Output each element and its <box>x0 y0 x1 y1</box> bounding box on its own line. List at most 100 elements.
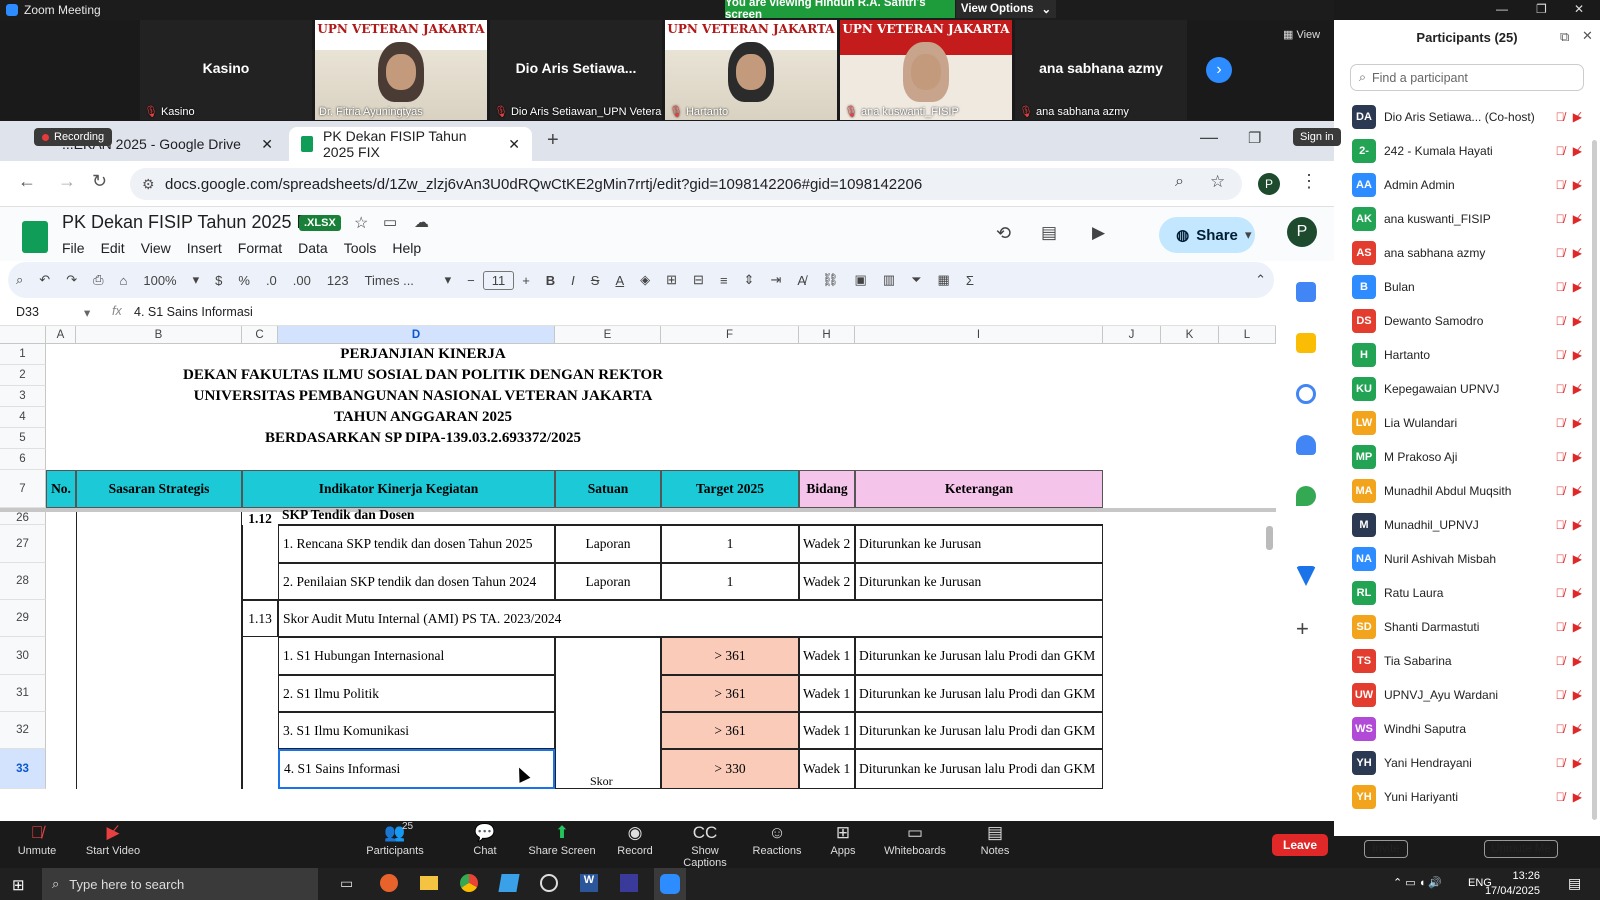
cell-target[interactable]: > 361 <box>661 712 799 749</box>
row-header[interactable]: 32 <box>0 712 46 749</box>
column-header[interactable]: D <box>278 326 555 344</box>
row-header[interactable]: 29 <box>0 600 46 637</box>
collapse-menus-icon[interactable]: ⌃ <box>1247 272 1274 288</box>
decrease-decimal-button[interactable]: .0 <box>258 273 285 288</box>
cell-indikator[interactable]: 2. S1 Ilmu Politik <box>278 675 555 712</box>
currency-format-button[interactable]: $ <box>207 273 230 288</box>
browser-menu-icon[interactable]: ⋮ <box>1300 171 1318 192</box>
record-button[interactable]: ◉ Record <box>600 823 670 857</box>
participant-row[interactable]: KU Kepegawaian UPNVJ 🎙̸ ▶̸ <box>1334 372 1590 406</box>
text-color-icon[interactable]: A <box>607 273 632 288</box>
unmute-button[interactable]: 🎙̸ Unmute <box>2 823 72 857</box>
new-tab-icon[interactable]: + <box>547 129 559 152</box>
increase-decimal-button[interactable]: .00 <box>285 273 319 288</box>
video-tile[interactable]: ana sabhana azmy 🎙 ana sabhana azmy <box>1015 20 1187 120</box>
column-header[interactable]: F <box>661 326 799 344</box>
cell-bidang[interactable]: Wadek 1 <box>799 712 855 749</box>
font-size-increase-icon[interactable]: + <box>514 273 538 288</box>
cell-target[interactable]: > 361 <box>661 637 799 675</box>
row-header[interactable]: 6 <box>0 449 46 470</box>
profile-avatar[interactable]: P <box>1258 173 1280 195</box>
column-header[interactable]: I <box>855 326 1103 344</box>
column-header[interactable]: K <box>1161 326 1219 344</box>
show-captions-button[interactable]: CC Show Captions <box>670 823 740 869</box>
text-rotation-icon[interactable]: A̸ <box>789 273 814 288</box>
paint-format-icon[interactable]: ⌂ <box>112 273 136 288</box>
undo-icon[interactable]: ↶ <box>31 272 58 288</box>
cell-bidang[interactable]: Wadek 1 <box>799 749 855 789</box>
invite-button[interactable]: Invite <box>1364 840 1408 858</box>
row-header[interactable]: 31 <box>0 675 46 712</box>
participant-row[interactable]: AA Admin Admin 🎙̸ ▶̸ <box>1334 168 1590 202</box>
row-header[interactable]: 4 <box>0 407 46 428</box>
apps-button[interactable]: ⊞ Apps <box>808 823 878 857</box>
cell-satuan[interactable]: Laporan <box>555 563 661 600</box>
task-view-icon[interactable]: ▭ <box>340 875 353 892</box>
cell-target[interactable]: 1 <box>661 563 799 600</box>
version-history-icon[interactable]: ⟲ <box>996 223 1011 244</box>
forward-icon[interactable]: → <box>58 171 76 192</box>
participants-button[interactable]: 👥 Participants 25 <box>360 821 430 857</box>
column-header[interactable]: C <box>242 326 278 344</box>
participant-row[interactable]: AS ana sabhana azmy 🎙̸ ▶̸ <box>1334 236 1590 270</box>
cell-indikator[interactable]: 1. S1 Hubungan Internasional <box>278 637 555 675</box>
cell-keterangan[interactable]: Diturunkan ke Jurusan lalu Prodi dan GKM <box>855 675 1103 712</box>
font-size-input[interactable]: 11 <box>482 270 515 290</box>
participant-search[interactable]: ⌕ Find a participant <box>1350 64 1584 91</box>
row-header[interactable]: 33 <box>0 749 46 789</box>
row-header[interactable]: 3 <box>0 386 46 407</box>
row-header[interactable]: 2 <box>0 365 46 386</box>
move-folder-icon[interactable]: ▭ <box>383 213 397 231</box>
contacts-icon[interactable] <box>1296 435 1316 455</box>
row-header[interactable]: 5 <box>0 428 46 449</box>
select-all-corner[interactable] <box>0 326 46 344</box>
video-tile[interactable]: UPN VETERAN JAKARTA 🎙 ana kuswanti_FISIP <box>840 20 1012 120</box>
strikethrough-icon[interactable]: S <box>583 273 608 288</box>
text-wrapping-icon[interactable]: ⇥ <box>762 272 789 288</box>
participant-row[interactable]: MA Munadhil Abdul Muqsith 🎙̸ ▶̸ <box>1334 474 1590 508</box>
menu-help[interactable]: Help <box>392 240 421 256</box>
word-icon[interactable]: W <box>580 874 598 892</box>
search-menus-icon[interactable]: ⌕ <box>8 272 31 288</box>
column-header[interactable]: E <box>555 326 661 344</box>
print-icon[interactable]: ⎙ <box>85 272 111 288</box>
cell-satuan[interactable] <box>555 637 661 789</box>
merge-cells-icon[interactable]: ⊟ <box>685 272 712 288</box>
cell-bidang[interactable]: Wadek 1 <box>799 637 855 675</box>
site-info-icon[interactable]: ⚙ <box>142 176 155 193</box>
cell-target[interactable]: 1 <box>661 525 799 563</box>
vertical-scrollbar[interactable] <box>1266 526 1273 550</box>
whiteboards-button[interactable]: ▭ Whiteboards <box>880 823 950 857</box>
insert-comment-icon[interactable]: ▣ <box>847 272 875 288</box>
participant-row[interactable]: H Hartanto 🎙̸ ▶̸ <box>1334 338 1590 372</box>
close-tab-icon[interactable]: ✕ <box>508 136 520 153</box>
participant-row[interactable]: RL Ratu Laura 🎙̸ ▶̸ <box>1334 576 1590 610</box>
participant-row[interactable]: YH Yuni Hariyanti 🎙̸ ▶̸ <box>1334 780 1590 814</box>
close-panel-icon[interactable]: ✕ <box>1582 28 1593 44</box>
row-header[interactable]: 30 <box>0 637 46 675</box>
functions-icon[interactable]: Σ <box>958 273 982 288</box>
bookmark-star-icon[interactable]: ☆ <box>1210 172 1225 192</box>
row-header[interactable]: 28 <box>0 563 46 600</box>
url-field[interactable]: docs.google.com/spreadsheets/d/1Zw_zlzj6… <box>130 168 1242 200</box>
restore-icon[interactable]: ❐ <box>1536 0 1547 18</box>
reload-icon[interactable]: ↻ <box>92 171 107 192</box>
video-tile[interactable]: Kasino 🎙 Kasino <box>140 20 312 120</box>
redo-icon[interactable]: ↷ <box>58 272 85 288</box>
video-tile[interactable]: UPN VETERAN JAKARTA Dr. Fitria Ayuningty… <box>315 20 487 120</box>
menu-view[interactable]: View <box>141 240 171 256</box>
video-tile[interactable]: Dio Aris Setiawa... 🎙 Dio Aris Setiawan_U… <box>490 20 662 120</box>
cell-indikator[interactable]: 1. Rencana SKP tendik dan dosen Tahun 20… <box>278 525 555 563</box>
menu-format[interactable]: Format <box>238 240 282 256</box>
column-header[interactable]: B <box>76 326 242 344</box>
notifications-icon[interactable]: ▤ <box>1568 875 1581 892</box>
file-explorer-icon[interactable] <box>420 876 438 890</box>
participant-row[interactable]: 2- 242 - Kumala Hayati 🎙̸ ▶̸ <box>1334 134 1590 168</box>
meet-icon[interactable]: ▶ <box>1092 223 1105 243</box>
name-box-dropdown-icon[interactable]: ▾ <box>84 305 90 320</box>
cell-number[interactable]: 1.12 <box>242 512 278 525</box>
close-window-icon[interactable]: ✕ <box>1574 0 1584 18</box>
cell-number[interactable] <box>242 637 278 789</box>
cell-keterangan[interactable]: Diturunkan ke Jurusan lalu Prodi dan GKM <box>855 712 1103 749</box>
spreadsheet-grid[interactable]: A B C D E F H I J K L 1 2 3 4 5 6 7 26 2… <box>0 326 1276 834</box>
